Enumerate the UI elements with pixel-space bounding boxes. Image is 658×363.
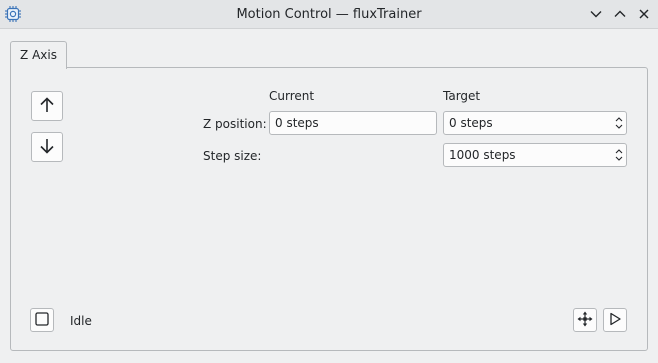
- z-axis-panel: Current Target Z position: 0 steps 0 ste…: [10, 67, 648, 351]
- tab-z-axis[interactable]: Z Axis: [10, 41, 67, 69]
- z-position-target-value: 0 steps: [449, 116, 493, 130]
- title-bar[interactable]: Motion Control — fluxTrainer: [0, 0, 658, 29]
- home-button[interactable]: [573, 308, 597, 332]
- move-up-button[interactable]: [31, 91, 63, 121]
- z-position-target-spinbox[interactable]: 0 steps: [443, 111, 627, 135]
- spin-arrows-icon[interactable]: [614, 114, 624, 132]
- move-all-icon: [577, 311, 593, 330]
- close-icon[interactable]: [635, 5, 653, 23]
- z-position-label: Z position:: [203, 117, 267, 131]
- column-current-label: Current: [269, 89, 315, 103]
- window-title: Motion Control — fluxTrainer: [236, 7, 422, 22]
- z-position-current-field[interactable]: 0 steps: [269, 111, 437, 135]
- step-size-label: Step size:: [203, 149, 262, 163]
- arrow-up-icon: [38, 96, 56, 117]
- minimize-chevron-icon[interactable]: [587, 5, 605, 23]
- arrow-down-icon: [38, 137, 56, 158]
- status-text: Idle: [70, 314, 92, 328]
- step-size-spinbox[interactable]: 1000 steps: [443, 143, 627, 167]
- play-icon: [608, 312, 622, 329]
- spin-arrows-icon[interactable]: [614, 146, 624, 164]
- column-target-label: Target: [443, 89, 481, 103]
- status-checkbox[interactable]: [30, 308, 54, 332]
- checkbox-square-icon: [35, 311, 49, 329]
- move-down-button[interactable]: [31, 132, 63, 162]
- maximize-chevron-icon[interactable]: [611, 5, 629, 23]
- step-size-value: 1000 steps: [449, 148, 516, 162]
- run-button[interactable]: [603, 308, 627, 332]
